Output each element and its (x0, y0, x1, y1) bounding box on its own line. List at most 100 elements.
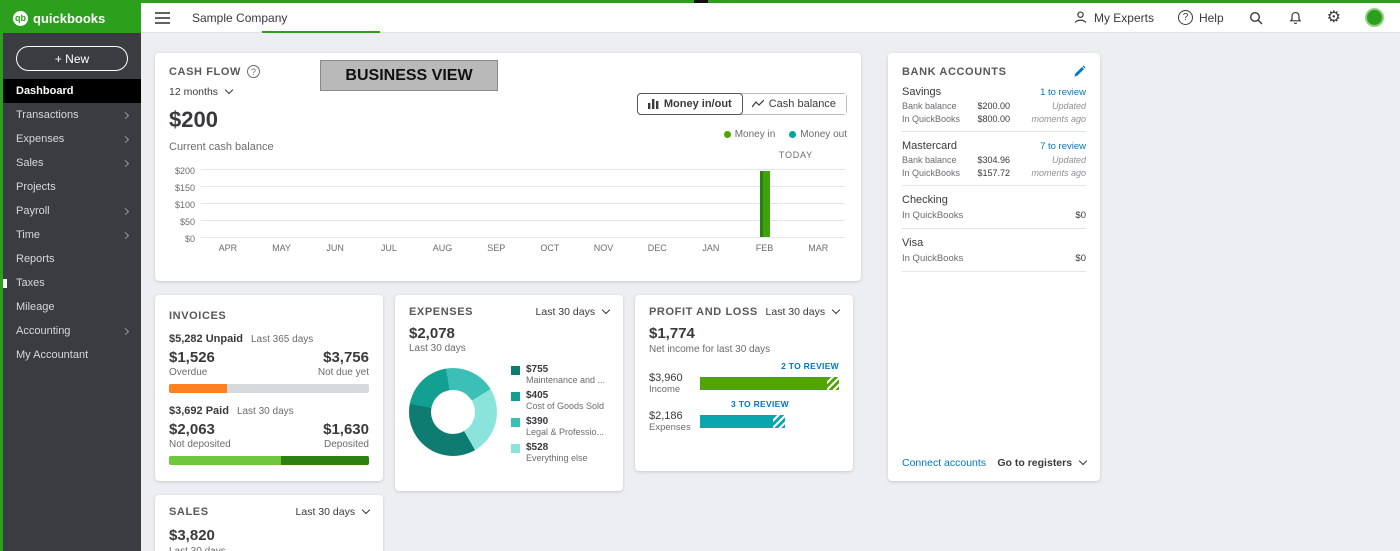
invoices-card: INVOICES $5,282 Unpaid Last 365 days $1,… (155, 295, 383, 481)
row-meta: moments ago (1031, 114, 1086, 124)
active-tab-underline (262, 31, 380, 33)
month-label: SEP (469, 243, 523, 253)
cash-flow-chart: $200 $150 $100 $50 $0 (201, 169, 845, 237)
y-tick: $200 (163, 166, 195, 176)
sidebar-item-my-accountant[interactable]: My Accountant (3, 343, 141, 367)
sidebar-item-payroll[interactable]: Payroll (3, 199, 141, 223)
account-name: Mastercard (902, 140, 957, 152)
top-tick-mark (694, 0, 708, 3)
go-to-registers-dropdown[interactable]: Go to registers (997, 457, 1086, 469)
sidebar-item-taxes[interactable]: Taxes (3, 271, 141, 295)
profit-loss-period-dropdown[interactable]: Last 30 days (766, 306, 839, 318)
search-button[interactable] (1248, 10, 1264, 26)
deposited-label: Deposited (323, 439, 369, 450)
y-tick: $150 (163, 183, 195, 193)
paid-period: Last 30 days (237, 406, 294, 417)
money-in-out-toggle[interactable]: Money in/out (637, 93, 743, 115)
month-label: JUN (308, 243, 362, 253)
connect-accounts-link[interactable]: Connect accounts (902, 457, 986, 469)
sidebar-item-sales[interactable]: Sales (3, 151, 141, 175)
sidebar-item-mileage[interactable]: Mileage (3, 295, 141, 319)
income-label: Income (649, 384, 700, 395)
paid-progress-bar[interactable] (169, 456, 369, 465)
expenses-bar[interactable] (700, 415, 785, 428)
sidebar-item-dashboard[interactable]: Dashboard (3, 79, 141, 103)
cash-flow-period-dropdown[interactable]: 12 months (169, 86, 232, 98)
review-link[interactable]: 7 to review (1040, 141, 1086, 152)
income-bar[interactable] (700, 377, 839, 390)
y-tick: $50 (163, 217, 195, 227)
month-label: OCT (523, 243, 577, 253)
row-value: $200.00 (966, 101, 1010, 111)
my-experts-button[interactable]: My Experts (1073, 10, 1154, 25)
month-label: JUL (362, 243, 416, 253)
unpaid-progress-bar[interactable] (169, 384, 369, 393)
row-label: Bank balance (902, 155, 966, 165)
info-icon[interactable]: ? (247, 65, 260, 78)
overdue-amount: $1,526 (169, 349, 215, 366)
period-label: Last 30 days (536, 306, 596, 318)
cash-balance-toggle[interactable]: Cash balance (742, 94, 846, 114)
chevron-right-icon (122, 327, 129, 334)
invoices-title: INVOICES (169, 310, 226, 322)
expenses-label: Expenses (649, 422, 700, 433)
sidebar-item-label: Payroll (16, 205, 50, 217)
row-label: In QuickBooks (902, 210, 963, 221)
chevron-right-icon (122, 231, 129, 238)
row-value: $0 (1075, 253, 1086, 264)
sales-title: SALES (169, 506, 209, 518)
month-label: MAY (255, 243, 309, 253)
sidebar-item-reports[interactable]: Reports (3, 247, 141, 271)
sidebar-item-time[interactable]: Time (3, 223, 141, 247)
expenses-period-dropdown[interactable]: Last 30 days (536, 306, 609, 318)
bank-account-visa: Visa In QuickBooks $0 (902, 229, 1086, 272)
review-link[interactable]: 1 to review (1040, 87, 1086, 98)
expenses-review-badge[interactable]: 3 TO REVIEW (731, 399, 789, 409)
sidebar-item-label: Mileage (16, 301, 55, 313)
income-row: $3,960 Income (649, 372, 839, 395)
legend-swatch-icon (511, 366, 520, 375)
legend-item: $405 Cost of Goods Sold (511, 390, 605, 411)
notifications-button[interactable] (1288, 10, 1303, 26)
help-button[interactable]: ? Help (1178, 10, 1224, 25)
user-avatar[interactable] (1365, 8, 1384, 27)
legend-label: Legal & Professio... (526, 427, 604, 437)
qb-logo-icon: qb (13, 11, 28, 26)
account-name: Visa (902, 237, 923, 249)
sidebar-item-expenses[interactable]: Expenses (3, 127, 141, 151)
sidebar-item-label: Projects (16, 181, 56, 193)
sidebar-item-transactions[interactable]: Transactions (3, 103, 141, 127)
hamburger-menu-icon[interactable] (155, 9, 170, 27)
expenses-title: EXPENSES (409, 306, 473, 318)
legend-amount: $528 (526, 442, 588, 453)
paid-amount: $3,692 Paid (169, 405, 229, 417)
row-value: $0 (1075, 210, 1086, 221)
sidebar-item-accounting[interactable]: Accounting (3, 319, 141, 343)
bank-account-checking: Checking In QuickBooks $0 (902, 186, 1086, 229)
expenses-card: EXPENSES Last 30 days $2,078 Last 30 day… (395, 295, 623, 491)
edit-pencil-icon[interactable] (1073, 65, 1086, 78)
expenses-donut-chart[interactable] (409, 368, 497, 456)
legend-amount: $390 (526, 416, 604, 427)
cash-balance-amount: $200 (169, 107, 218, 133)
settings-button[interactable]: ⚙ (1327, 10, 1341, 26)
legend-label: Everything else (526, 453, 588, 463)
sidebar-item-label: Taxes (16, 277, 45, 289)
quickbooks-logo: qb quickbooks (3, 3, 141, 33)
sidebar-item-label: Time (16, 229, 40, 241)
notdue-label: Not due yet (318, 367, 369, 378)
feb-money-in-bar[interactable] (760, 171, 770, 237)
topbar: Sample Company My Experts ? Help (141, 3, 1400, 33)
legend-item: $528 Everything else (511, 442, 605, 463)
sidebar-item-projects[interactable]: Projects (3, 175, 141, 199)
income-review-badge[interactable]: 2 TO REVIEW (781, 361, 839, 371)
legend-item: $390 Legal & Professio... (511, 416, 605, 437)
legend-swatch-icon (511, 418, 520, 427)
period-label: Last 30 days (766, 306, 826, 318)
row-value: $304.96 (966, 155, 1010, 165)
line-chart-icon (752, 99, 764, 109)
legend-swatch-icon (511, 444, 520, 453)
net-income-amount: $1,774 (649, 325, 695, 342)
new-button[interactable]: + New (16, 46, 128, 71)
sales-period-dropdown[interactable]: Last 30 days (296, 506, 369, 518)
